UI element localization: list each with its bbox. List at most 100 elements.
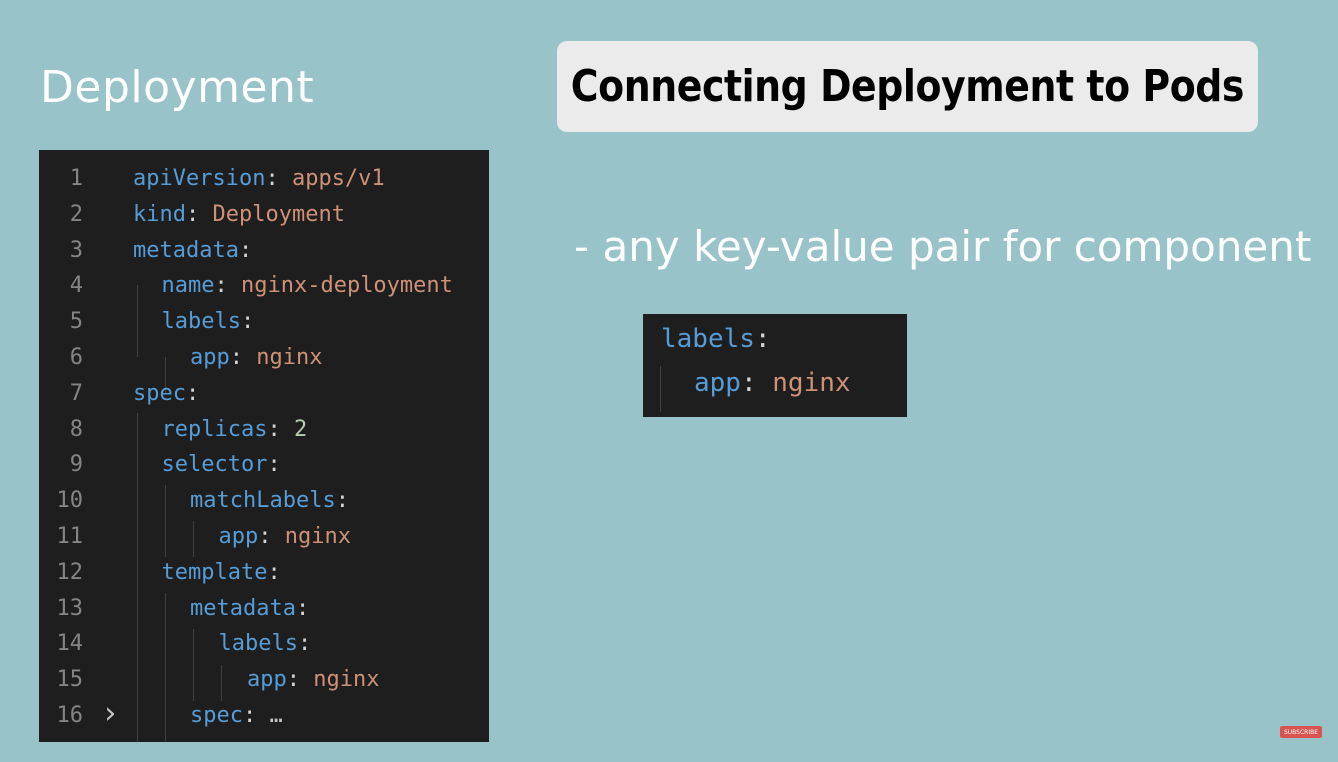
code-line: 11 app: nginx	[39, 519, 489, 555]
code-text: name: nginx-deployment	[162, 268, 453, 304]
code-text: selector:	[162, 447, 281, 483]
code-line: 13 metadata:	[39, 591, 489, 627]
yaml-key: kind	[133, 201, 186, 227]
code-text: kind: Deployment	[133, 197, 345, 233]
snippet-key-app: app	[694, 368, 741, 398]
code-line: 15 app: nginx	[39, 662, 489, 698]
yaml-key: labels	[161, 309, 241, 335]
yaml-colon: :	[238, 237, 253, 263]
yaml-colon: :	[229, 345, 243, 370]
code-text: metadata:	[133, 233, 252, 269]
code-line: 16 › spec: …	[39, 696, 489, 734]
code-line: 14 labels:	[39, 626, 489, 662]
code-line: 1 apiVersion: apps/v1	[39, 161, 489, 197]
yaml-value: nginx	[284, 524, 351, 549]
section-title: Deployment	[40, 62, 315, 113]
code-text: matchLabels:	[190, 483, 349, 519]
yaml-key: selector	[161, 452, 268, 478]
slide-heading: Connecting Deployment to Pods	[570, 61, 1245, 112]
code-line: 8 replicas: 2	[39, 412, 489, 448]
yaml-key: app	[247, 667, 287, 693]
yaml-colon: :	[267, 416, 281, 442]
line-number: 6	[69, 345, 83, 370]
yaml-key: metadata	[133, 237, 239, 263]
chevron-right-icon[interactable]: ›	[101, 696, 119, 732]
snippet-colon: :	[740, 368, 757, 398]
code-line: 6 app: nginx	[39, 340, 489, 376]
yaml-colon: :	[185, 201, 200, 227]
line-number: 13	[56, 595, 84, 621]
line-number: 8	[69, 416, 83, 442]
code-text: template:	[162, 555, 281, 591]
line-number: 2	[69, 201, 83, 227]
line-number: 10	[56, 488, 84, 514]
line-number: 4	[69, 273, 83, 299]
yaml-value: nginx	[313, 667, 380, 693]
yaml-key: app	[190, 345, 230, 370]
snippet-key-labels: labels	[661, 324, 755, 354]
yaml-colon: :	[267, 559, 281, 585]
line-number: 15	[56, 667, 84, 693]
code-line: 12 template:	[39, 555, 489, 591]
yaml-value: Deployment	[212, 201, 345, 227]
yaml-key: replicas	[161, 416, 268, 442]
line-number: 7	[69, 380, 83, 406]
folded-ellipsis[interactable]: …	[269, 703, 282, 728]
yaml-colon: :	[286, 667, 300, 693]
snippet-colon: :	[754, 324, 771, 354]
heading-box: Connecting Deployment to Pods	[557, 41, 1258, 132]
yaml-value: nginx-deployment	[240, 273, 453, 299]
labels-snippet: labels: app: nginx	[643, 314, 907, 417]
yaml-key: spec	[133, 380, 186, 406]
yaml-key: metadata	[190, 595, 296, 621]
yaml-colon: :	[242, 703, 257, 728]
line-number: 12	[56, 559, 84, 585]
yaml-key: spec	[190, 703, 243, 728]
yaml-colon: :	[297, 631, 312, 657]
code-line: 7 spec:	[39, 376, 489, 412]
yaml-colon: :	[267, 452, 281, 478]
code-text: app: nginx	[219, 519, 351, 555]
yaml-colon: :	[265, 166, 279, 191]
line-number: 11	[56, 524, 84, 549]
line-number: 1	[69, 166, 83, 191]
yaml-colon: :	[185, 380, 200, 406]
yaml-value: apps/v1	[291, 166, 385, 191]
code-text: labels:	[162, 304, 255, 340]
code-line: 4 name: nginx-deployment	[39, 268, 489, 304]
yaml-colon: :	[214, 273, 228, 299]
code-text: spec:	[133, 376, 199, 412]
bullet-point: - any key-value pair for component	[574, 222, 1312, 271]
yaml-key: template	[161, 559, 268, 585]
yaml-key: name	[161, 273, 215, 299]
code-line: 2 kind: Deployment	[39, 197, 489, 233]
code-line: 9 selector:	[39, 447, 489, 483]
line-number: 14	[56, 631, 84, 657]
code-text: apiVersion: apps/v1	[133, 161, 385, 197]
yaml-colon: :	[335, 488, 349, 514]
code-editor: 1 apiVersion: apps/v1 2 kind: Deployment 3 me…	[39, 150, 489, 742]
yaml-key: app	[218, 524, 259, 549]
indent-guide	[660, 366, 661, 412]
yaml-colon: :	[258, 524, 272, 549]
code-text: metadata:	[190, 591, 309, 627]
yaml-key: matchLabels	[190, 488, 336, 514]
yaml-key: apiVersion	[133, 166, 266, 191]
snippet-value-nginx: nginx	[772, 368, 851, 398]
line-number: 9	[69, 452, 83, 478]
yaml-value: nginx	[256, 345, 323, 370]
code-text: labels:	[219, 626, 312, 662]
line-number: 16	[56, 703, 84, 728]
code-text: replicas: 2	[162, 412, 308, 448]
yaml-value: 2	[293, 416, 308, 442]
subscribe-badge-label: SUBSCRIBE	[1283, 728, 1319, 736]
yaml-colon: :	[240, 309, 255, 335]
yaml-key: labels	[218, 631, 298, 657]
code-text: app: nginx	[190, 340, 322, 376]
line-number: 5	[69, 309, 83, 335]
code-text: app: nginx	[247, 662, 379, 698]
code-text: spec: …	[190, 698, 283, 734]
subscribe-badge[interactable]: SUBSCRIBE	[1280, 726, 1322, 738]
line-number: 3	[69, 237, 83, 263]
code-line: 10 matchLabels:	[39, 483, 489, 519]
